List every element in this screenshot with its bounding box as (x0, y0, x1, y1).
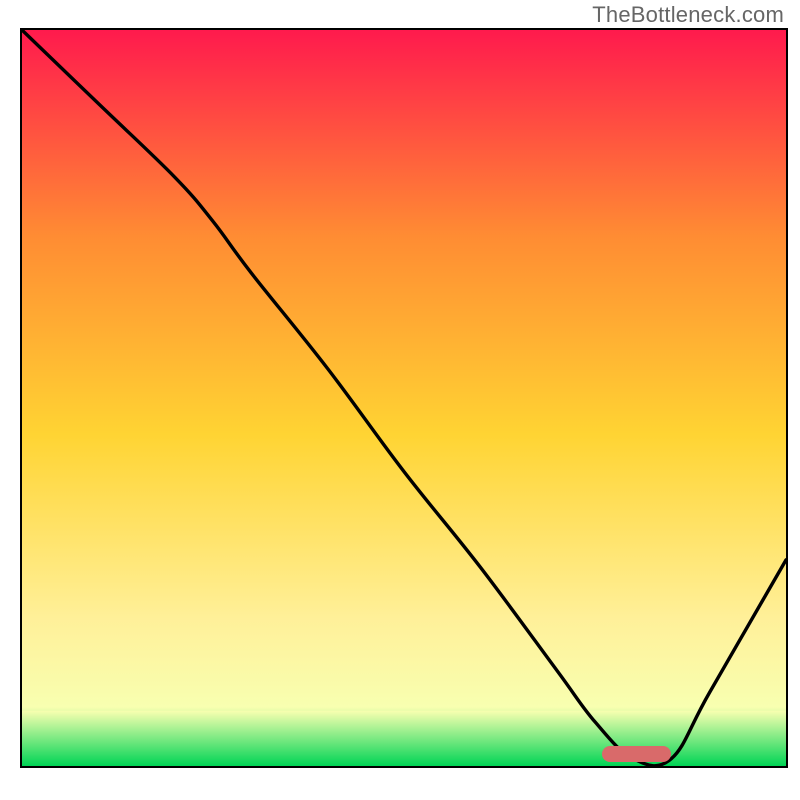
bottleneck-curve (22, 30, 786, 766)
watermark-text: TheBottleneck.com (592, 2, 784, 28)
optimal-zone-marker (602, 746, 671, 762)
chart-container: TheBottleneck.com (0, 0, 800, 800)
curve-layer (22, 30, 786, 766)
plot-area (20, 28, 788, 768)
